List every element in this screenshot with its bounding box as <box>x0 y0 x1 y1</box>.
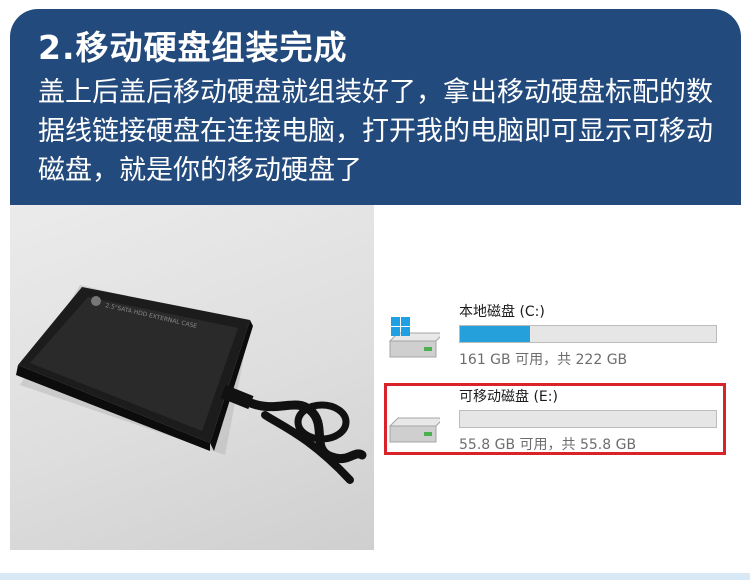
drive-c-item[interactable]: 本地磁盘 (C:) 161 GB 可用，共 222 GB <box>374 295 741 375</box>
drive-e-space: 55.8 GB 可用，共 55.8 GB <box>459 437 637 453</box>
drive-e-usage-bar <box>459 410 717 428</box>
drive-c-usage-bar <box>459 325 717 343</box>
drive-e-name: 可移动磁盘 (E:) <box>459 389 558 405</box>
drive-c-usage-fill <box>460 326 531 342</box>
description-text: 盖上后盖后移动硬盘就组装好了，拿出移动硬盘标配的数据线链接硬盘在连接电脑，打开我… <box>38 77 713 186</box>
drive-c-space: 161 GB 可用，共 222 GB <box>459 352 628 368</box>
drive-e-item[interactable]: 可移动磁盘 (E:) 55.8 GB 可用，共 55.8 GB <box>374 380 741 460</box>
drive-c-name: 本地磁盘 (C:) <box>459 304 545 320</box>
removable-drive-icon <box>388 402 446 446</box>
page-title: 2.移动硬盘组装完成 <box>38 28 348 67</box>
header-banner: 2.移动硬盘组装完成 盖上后盖后移动硬盘就组装好了，拿出移动硬盘标配的数据线链接… <box>10 9 741 205</box>
windows-drive-icon <box>388 317 446 361</box>
file-explorer-panel: 本地磁盘 (C:) 161 GB 可用，共 222 GB 可移动磁盘 (E:) … <box>374 205 741 550</box>
bottom-divider <box>0 573 750 580</box>
hard-drive-photo: 2.5"SATA HDD EXTERNAL CASE <box>10 205 374 550</box>
